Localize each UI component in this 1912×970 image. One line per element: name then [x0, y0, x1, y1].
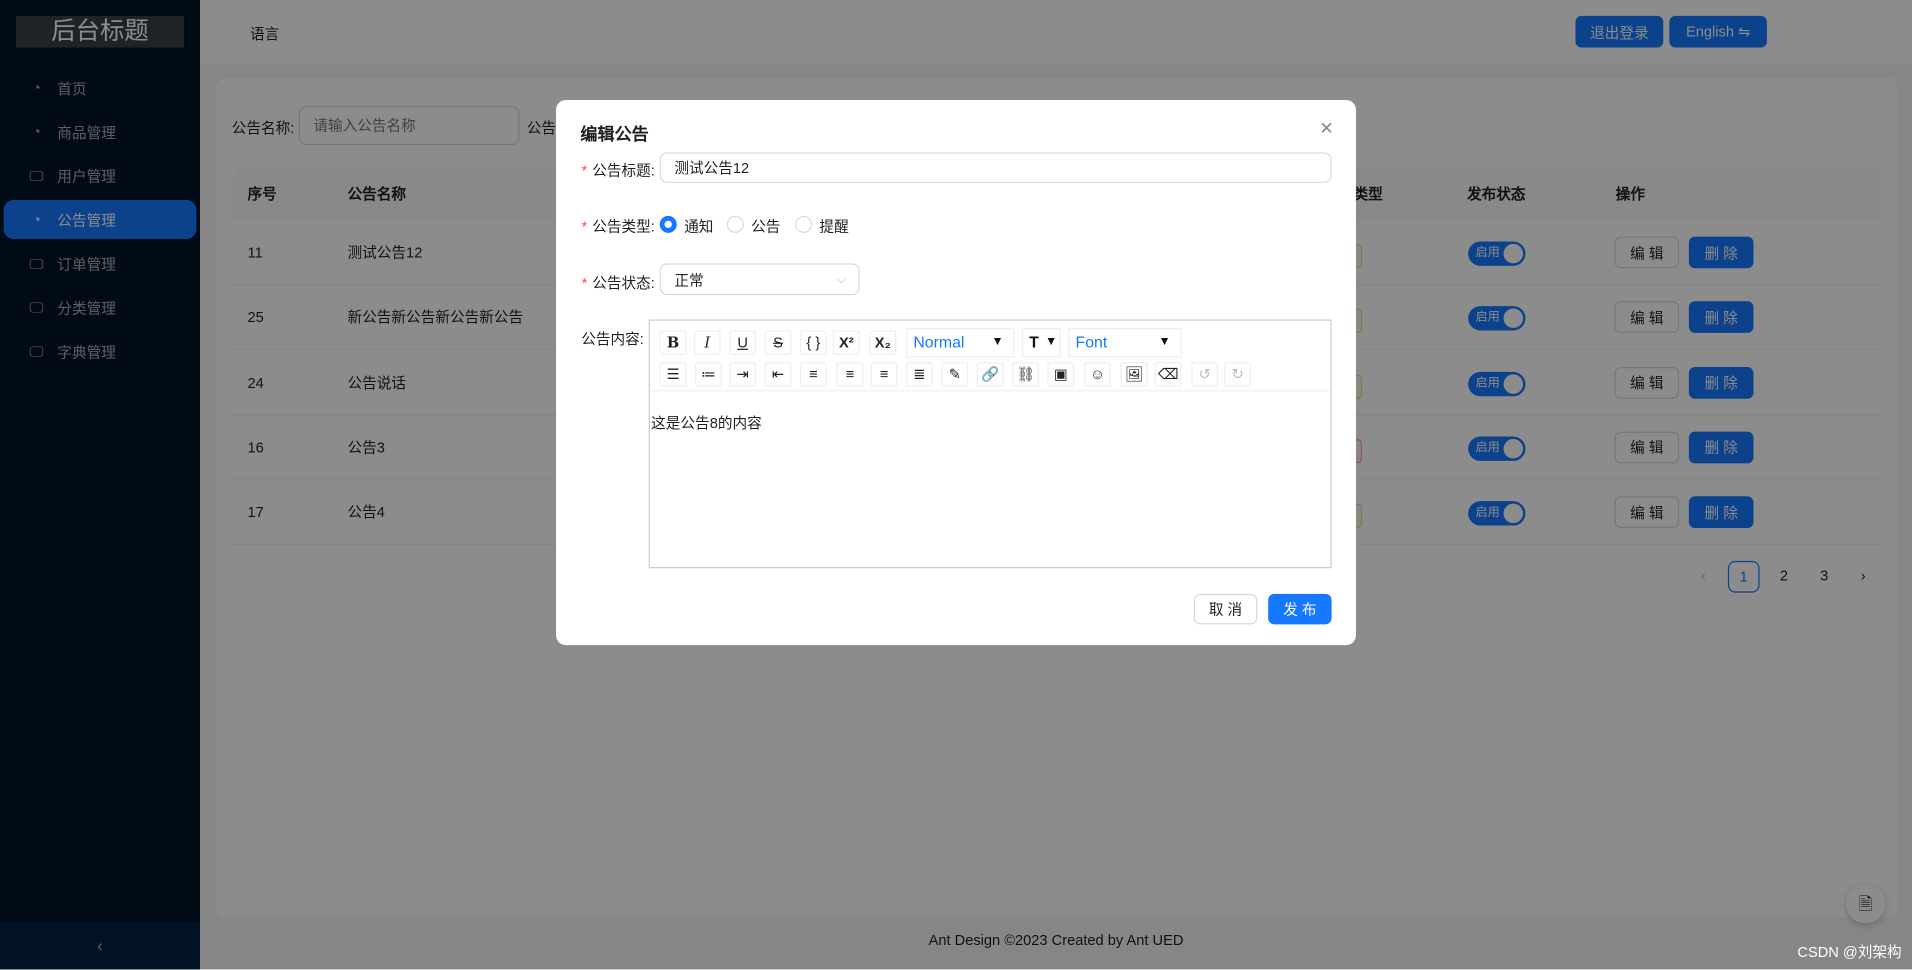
type-label-text: 公告类型:: [592, 218, 655, 236]
font-size-select[interactable]: T ▼: [1021, 328, 1061, 358]
caret-down-icon: ▼: [1045, 335, 1058, 349]
publish-button[interactable]: 发 布: [1268, 593, 1332, 625]
subscript-button[interactable]: X₂: [869, 330, 897, 355]
eraser-icon: ⌫: [1157, 365, 1179, 383]
outdent-button[interactable]: ⇤: [764, 362, 792, 387]
image-button[interactable]: 🖼: [1120, 362, 1148, 387]
status-label-text: 公告状态:: [592, 274, 655, 292]
type-label: * 公告类型:: [581, 218, 655, 236]
underline-icon: U: [737, 334, 748, 352]
brush-icon: ✎: [948, 365, 961, 383]
watermark: CSDN @刘架构: [1797, 943, 1902, 961]
code-block-button[interactable]: { }: [799, 330, 827, 355]
underline-button[interactable]: U: [729, 330, 757, 355]
radio-label-reminder: 提醒: [819, 218, 849, 236]
superscript-button[interactable]: X²: [832, 330, 860, 355]
code-block-icon: { }: [806, 334, 821, 352]
redo-icon: ↻: [1231, 365, 1244, 383]
eraser-button[interactable]: ⌫: [1154, 362, 1182, 387]
title-label: * 公告标题:: [581, 162, 655, 180]
code-icon: ▣: [1053, 365, 1068, 383]
code-button[interactable]: ▣: [1047, 362, 1075, 387]
radio-notice[interactable]: [659, 215, 677, 233]
align-right-icon: ≡: [879, 365, 889, 383]
undo-icon: ↺: [1198, 365, 1211, 383]
radio-reminder[interactable]: [795, 215, 813, 233]
radio-label-notice: 通知: [684, 218, 714, 236]
status-select[interactable]: 正常 ⌵: [659, 263, 860, 296]
list-bullet-icon: ☰: [666, 365, 680, 383]
close-icon[interactable]: ✕: [1319, 118, 1333, 139]
unlink-icon: ⛓: [1016, 365, 1035, 383]
title-input[interactable]: 测试公告12: [659, 152, 1332, 183]
link-icon: 🔗: [981, 365, 1000, 383]
list-bullet-button[interactable]: ☰: [659, 362, 687, 387]
redo-button[interactable]: ↻: [1224, 362, 1252, 387]
align-justify-button[interactable]: ≣: [906, 362, 933, 387]
align-left-button[interactable]: ≡: [799, 362, 827, 387]
modal-title: 编辑公告: [580, 124, 649, 144]
editor-content[interactable]: 这是公告8的内容: [651, 412, 1329, 558]
list-ordered-icon: ≔: [701, 365, 716, 383]
link-button[interactable]: 🔗: [976, 362, 1004, 387]
strikethrough-button[interactable]: S: [764, 330, 792, 355]
font-select-value: Font: [1075, 332, 1108, 352]
title-label-text: 公告标题:: [592, 162, 655, 180]
image-icon: 🖼: [1124, 365, 1144, 383]
chevron-down-icon: ⌵: [837, 272, 847, 286]
subscript-icon: X₂: [874, 334, 891, 352]
heading-select-value: Normal: [913, 332, 965, 352]
font-select[interactable]: Font ▼: [1068, 328, 1182, 358]
align-left-icon: ≡: [809, 365, 818, 383]
align-center-button[interactable]: ≡: [836, 362, 864, 387]
align-center-icon: ≡: [845, 365, 855, 383]
bold-icon: B: [666, 334, 680, 352]
italic-icon: I: [704, 334, 711, 352]
heading-select[interactable]: Normal ▼: [906, 328, 1015, 358]
italic-button[interactable]: I: [693, 330, 721, 355]
superscript-icon: X²: [838, 334, 854, 352]
emoji-icon: ☺: [1089, 365, 1105, 383]
caret-down-icon: ▼: [1158, 335, 1171, 349]
brush-button[interactable]: ✎: [941, 362, 969, 387]
undo-button[interactable]: ↺: [1191, 362, 1219, 387]
indent-icon: ⇥: [736, 365, 749, 383]
content-label: 公告内容:: [581, 330, 644, 348]
strikethrough-icon: S: [773, 334, 783, 352]
unlink-button[interactable]: ⛓: [1012, 362, 1039, 387]
cancel-button[interactable]: 取 消: [1193, 593, 1258, 625]
align-justify-icon: ≣: [913, 365, 926, 383]
bold-button[interactable]: B: [659, 330, 687, 355]
caret-down-icon: ▼: [991, 335, 1004, 349]
indent-button[interactable]: ⇥: [729, 362, 757, 387]
status-select-value: 正常: [674, 271, 704, 289]
text-size-icon: T: [1029, 332, 1039, 352]
radio-announcement[interactable]: [726, 215, 744, 233]
outdent-icon: ⇤: [771, 365, 785, 383]
emoji-button[interactable]: ☺: [1084, 362, 1111, 387]
status-label: * 公告状态:: [581, 274, 655, 292]
radio-label-announcement: 公告: [751, 218, 781, 236]
list-ordered-button[interactable]: ≔: [695, 362, 722, 387]
toolbar-divider: [649, 390, 1331, 392]
align-right-button[interactable]: ≡: [870, 362, 898, 387]
